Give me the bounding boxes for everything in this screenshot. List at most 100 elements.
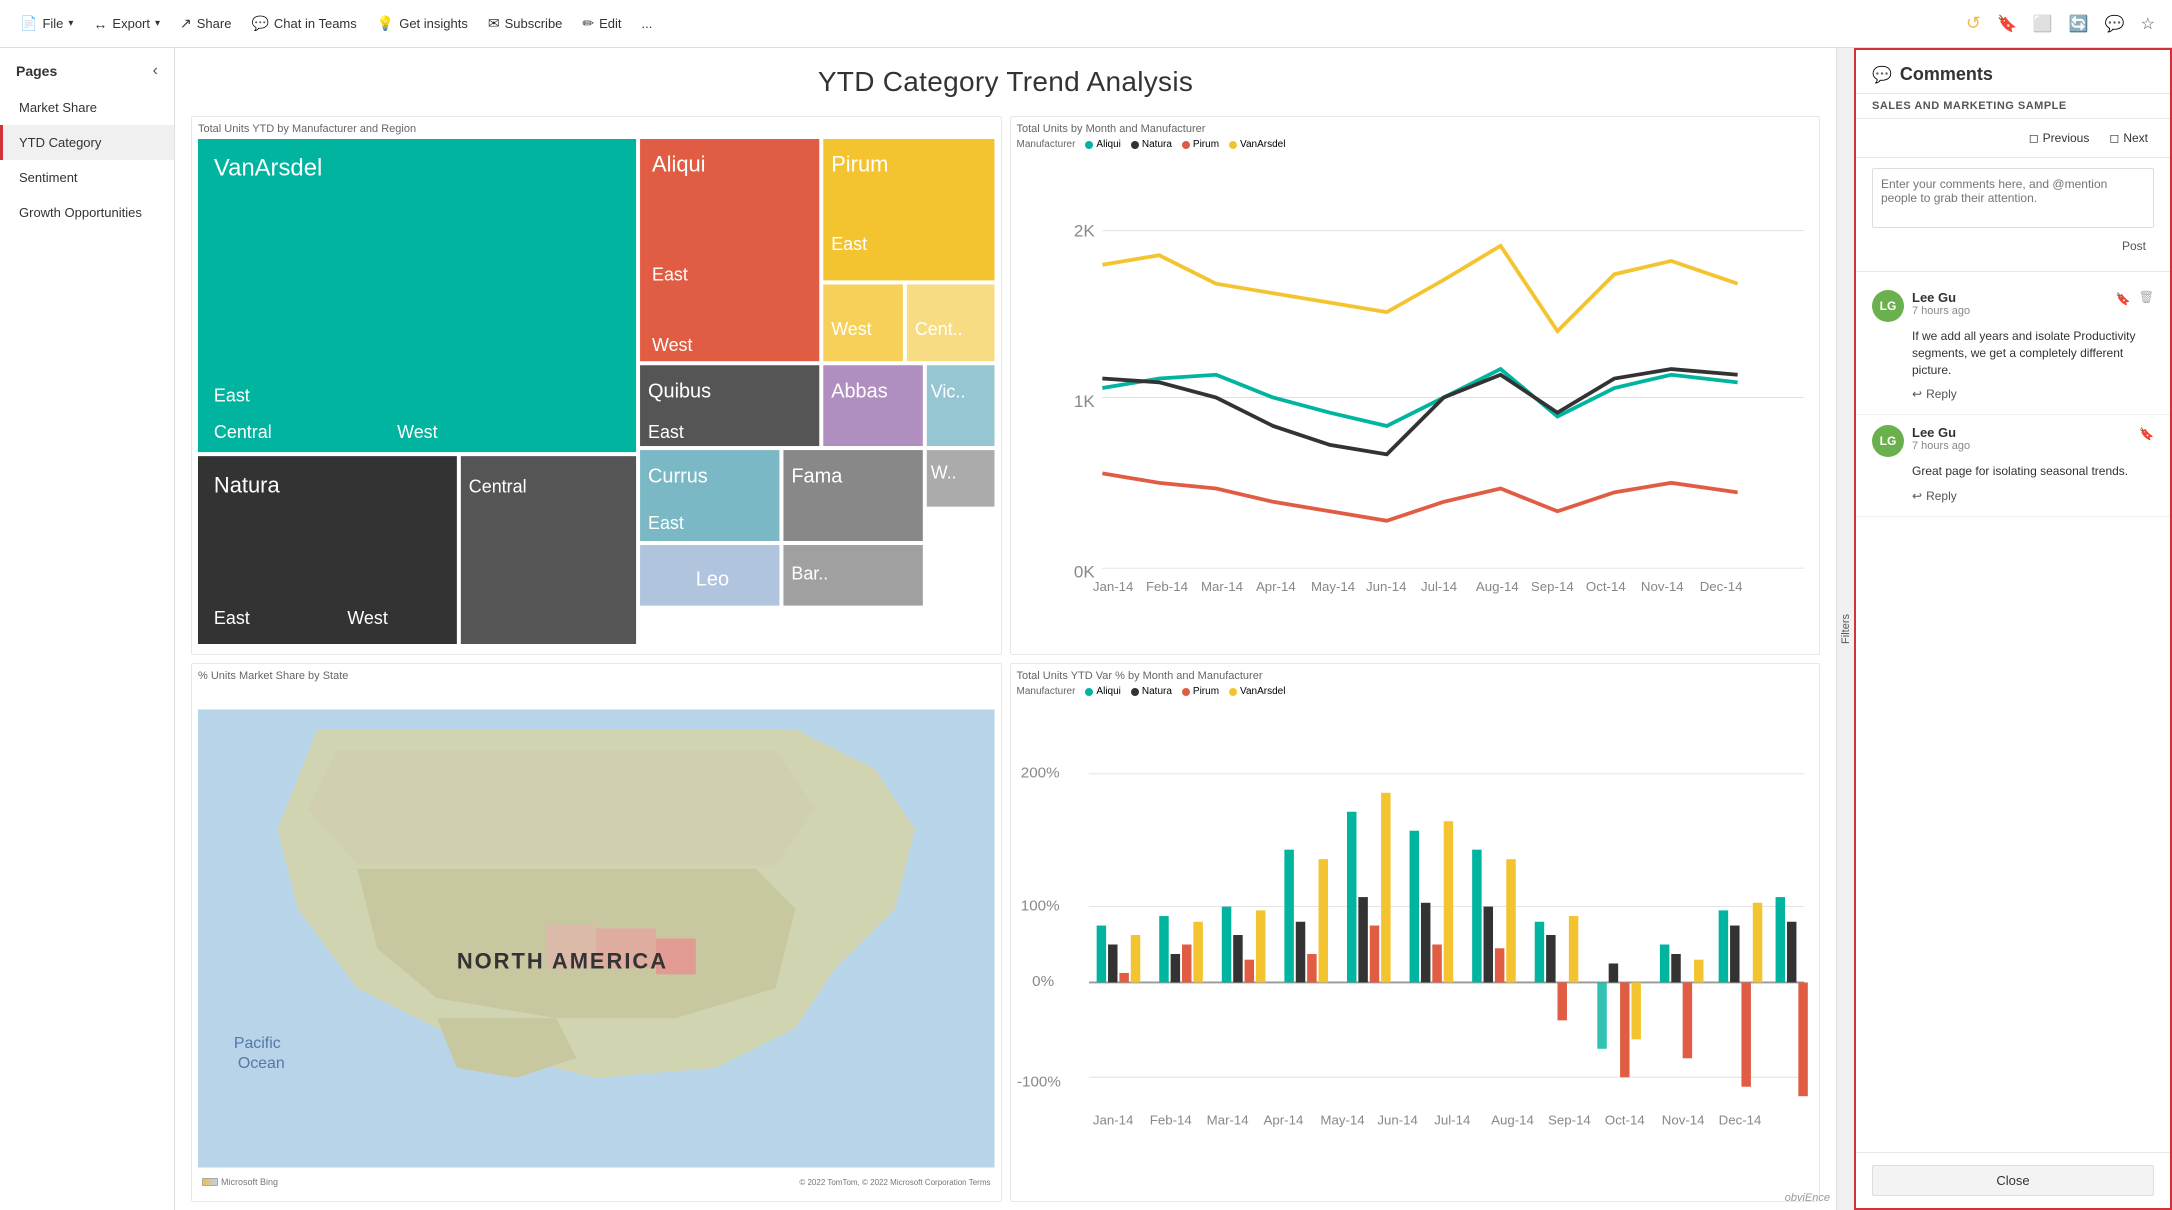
insights-button[interactable]: 💡 Get insights — [369, 10, 476, 37]
legend-pirum: Pirum — [1182, 139, 1219, 150]
content-area: YTD Category Trend Analysis Total Units … — [175, 48, 1836, 1210]
bar-aliqui-dot — [1085, 688, 1093, 696]
treemap-panel: Total Units YTD by Manufacturer and Regi… — [191, 116, 1002, 655]
svg-text:Aug-14: Aug-14 — [1491, 1113, 1534, 1128]
comments-panel: 💬 Comments SALES AND MARKETING SAMPLE ◻ … — [1854, 48, 2172, 1210]
svg-text:Cent..: Cent.. — [915, 319, 963, 339]
svg-text:Jan-14: Jan-14 — [1092, 579, 1133, 594]
subscribe-label: Subscribe — [505, 16, 563, 31]
pirum-dot — [1182, 141, 1190, 149]
map-svg: NORTH AMERICA Pacific Ocean — [198, 686, 995, 1191]
svg-text:Central: Central — [469, 476, 527, 496]
svg-text:Vic..: Vic.. — [931, 381, 966, 401]
bar-chart-inner[interactable]: 200% 100% 0% -100% — [1017, 700, 1814, 1189]
svg-text:West: West — [648, 624, 689, 644]
edit-button[interactable]: ✏ Edit — [574, 10, 629, 37]
comments-icon: 💬 — [1872, 65, 1892, 85]
svg-text:Leo: Leo — [696, 568, 729, 590]
comments-button[interactable]: 💬 — [2100, 9, 2130, 39]
chat-teams-button[interactable]: 💬 Chat in Teams — [243, 10, 364, 37]
sidebar-item-ytd-category[interactable]: YTD Category — [0, 125, 174, 160]
treemap-inner[interactable]: VanArsdel East Central West Natura East … — [198, 139, 995, 644]
comment-header: LG Lee Gu 7 hours ago 🔖 🗑 — [1872, 290, 2154, 322]
comment-item: LG Lee Gu 7 hours ago 🔖 🗑 If we add all … — [1856, 280, 2170, 415]
sidebar-item-label: Sentiment — [19, 170, 78, 185]
post-button[interactable]: Post — [2114, 235, 2154, 257]
more-label: ... — [642, 16, 653, 31]
map-inner[interactable]: NORTH AMERICA Pacific Ocean Microsoft Bi… — [198, 686, 995, 1191]
svg-text:Mar-14: Mar-14 — [1206, 1113, 1248, 1128]
line-chart-inner[interactable]: 2K 1K 0K — [1017, 153, 1814, 642]
sidebar-item-label: Market Share — [19, 100, 97, 115]
svg-text:East: East — [652, 264, 688, 284]
svg-text:Natura: Natura — [214, 472, 280, 497]
svg-text:-100%: -100% — [1017, 1074, 1061, 1091]
bar-legend-label: Manufacturer — [1017, 686, 1076, 697]
sidebar-item-sentiment[interactable]: Sentiment — [0, 160, 174, 195]
reply-icon: ↩ — [1912, 387, 1922, 401]
refresh-button[interactable]: 🔄 — [2064, 9, 2094, 39]
map-footer-text: Microsoft Bing — [221, 1177, 278, 1187]
export-button[interactable]: ↔ Export ▾ — [85, 11, 168, 37]
delete-icon[interactable]: 🗑 — [2139, 290, 2154, 304]
bookmark-icon: 🔖 — [2116, 292, 2131, 306]
bar-chart-svg: 200% 100% 0% -100% — [1017, 700, 1814, 1189]
sidebar-item-label: YTD Category — [19, 135, 101, 150]
comment-body: Great page for isolating seasonal trends… — [1912, 463, 2154, 480]
avatar-initials: LG — [1880, 434, 1897, 448]
toolbar-right: ↺ 🔖 ⬜ 🔄 💬 ☆ — [1961, 8, 2160, 39]
aliqui-label: Aliqui — [1096, 139, 1120, 150]
bar-natura-label: Natura — [1142, 686, 1172, 697]
subscribe-button[interactable]: ✉ Subscribe — [480, 10, 571, 37]
bookmark-icon: 🔖 — [2139, 427, 2154, 441]
svg-text:Abbas: Abbas — [831, 380, 887, 402]
line-chart-svg: 2K 1K 0K — [1017, 153, 1814, 642]
next-icon: ◻ — [2109, 131, 2119, 145]
comment-time: 7 hours ago — [1912, 440, 2131, 452]
toolbar: 📄 File ▾ ↔ Export ▾ ↗ Share 💬 Chat in Te… — [0, 0, 2172, 48]
filters-sidebar[interactable]: Filters — [1836, 48, 1854, 1210]
sidebar-item-growth[interactable]: Growth Opportunities — [0, 195, 174, 230]
svg-text:Dec-14: Dec-14 — [1699, 579, 1742, 594]
comment-meta: Lee Gu 7 hours ago — [1912, 425, 2131, 452]
natura-label: Natura — [1142, 139, 1172, 150]
view-button[interactable]: ⬜ — [2028, 9, 2058, 39]
previous-button[interactable]: ◻ Previous — [2023, 127, 2096, 149]
file-button[interactable]: 📄 File ▾ — [12, 10, 81, 37]
svg-text:VanArsdel: VanArsdel — [214, 154, 322, 181]
bookmark-button[interactable]: 🔖 — [1992, 9, 2022, 39]
legend-vanarsdel: VanArsdel — [1229, 139, 1285, 150]
reply-label: Reply — [1926, 489, 1957, 503]
map-copyright: © 2022 TomTom, © 2022 Microsoft Corporat… — [799, 1178, 990, 1187]
reply-button[interactable]: ↩ Reply — [1912, 384, 1957, 404]
comment-body: If we add all years and isolate Producti… — [1912, 328, 2154, 378]
svg-text:Ocean: Ocean — [238, 1055, 285, 1072]
edit-icon: ✏ — [582, 15, 594, 32]
svg-text:Quibus: Quibus — [648, 380, 711, 402]
sidebar-header: Pages ‹ — [0, 48, 174, 90]
next-button[interactable]: ◻ Next — [2103, 127, 2154, 149]
sidebar-item-market-share[interactable]: Market Share — [0, 90, 174, 125]
close-button[interactable]: Close — [1872, 1165, 2154, 1196]
svg-text:Feb-14: Feb-14 — [1149, 1113, 1191, 1128]
bar-vanarsdel-dot — [1229, 688, 1237, 696]
file-icon: 📄 — [20, 15, 37, 32]
svg-text:East: East — [648, 513, 684, 533]
undo-button[interactable]: ↺ — [1961, 8, 1986, 39]
svg-text:Jun-14: Jun-14 — [1365, 579, 1406, 594]
more-button[interactable]: ... — [634, 11, 661, 36]
comments-input[interactable] — [1872, 168, 2154, 228]
share-button[interactable]: ↗ Share — [172, 10, 239, 37]
sidebar-collapse-button[interactable]: ‹ — [153, 62, 158, 80]
page-title-bar: YTD Category Trend Analysis — [175, 48, 1836, 108]
svg-text:Pacific: Pacific — [234, 1035, 281, 1052]
svg-text:Jun-14: Jun-14 — [1377, 1113, 1418, 1128]
reply-button[interactable]: ↩ Reply — [1912, 486, 1957, 506]
svg-text:W..: W.. — [931, 462, 957, 482]
comment-author: Lee Gu — [1912, 425, 2131, 440]
svg-text:May-14: May-14 — [1320, 1113, 1364, 1128]
map-footer: Microsoft Bing — [202, 1177, 278, 1187]
svg-text:Feb-14: Feb-14 — [1145, 579, 1187, 594]
svg-text:East: East — [214, 608, 250, 628]
favorite-button[interactable]: ☆ — [2136, 9, 2160, 39]
